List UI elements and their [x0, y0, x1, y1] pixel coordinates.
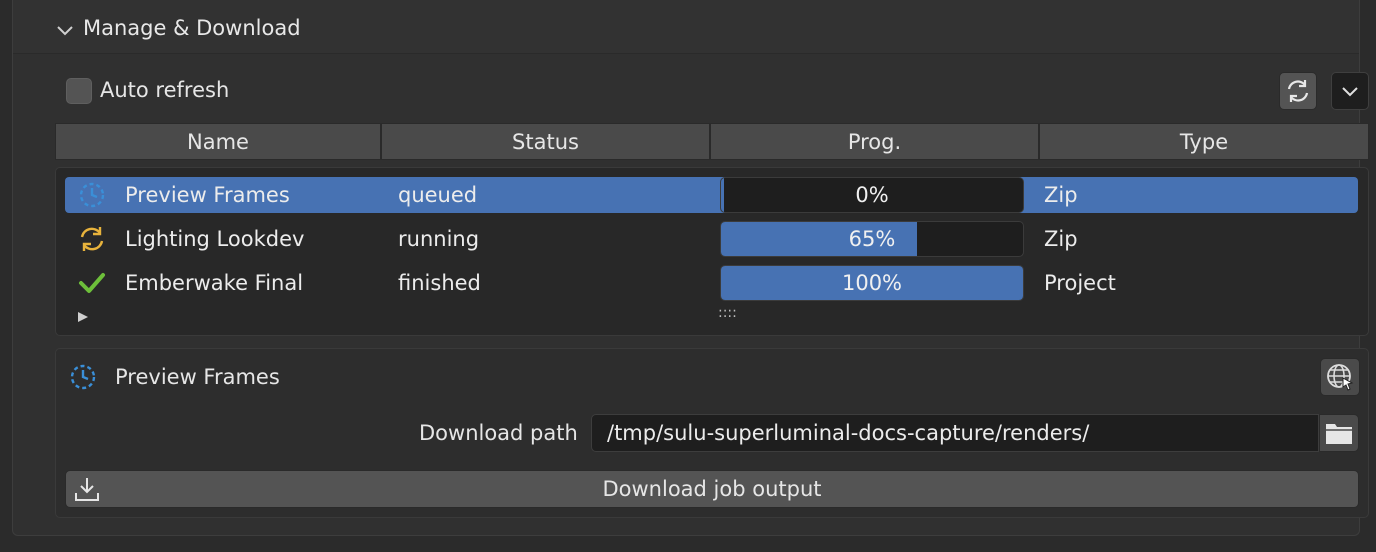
open-in-browser-button[interactable]: [1320, 358, 1360, 396]
refresh-icon: [80, 227, 104, 251]
progress-bar: 100%: [720, 265, 1024, 301]
job-status: finished: [398, 271, 481, 295]
clock-icon: [79, 182, 105, 208]
expand-filter-icon[interactable]: [76, 310, 90, 324]
job-status: queued: [398, 183, 478, 207]
job-name: Emberwake Final: [125, 271, 304, 295]
resize-grip[interactable]: ::::: [718, 305, 737, 321]
auto-refresh-checkbox[interactable]: [66, 78, 92, 104]
download-path-input[interactable]: /tmp/sulu-superluminal-docs-capture/rend…: [591, 414, 1319, 452]
browse-folder-button[interactable]: [1319, 414, 1359, 452]
chevron-down-icon: [1342, 87, 1358, 97]
detail-title: Preview Frames: [115, 365, 280, 389]
globe-icon: [1327, 364, 1354, 391]
download-icon: [75, 478, 99, 501]
refresh-icon: [1287, 80, 1309, 102]
progress-label: 100%: [841, 271, 903, 295]
column-header-type[interactable]: Type: [1039, 123, 1369, 160]
download-job-output-button[interactable]: Download job output: [65, 470, 1359, 508]
progress-label: 65%: [848, 227, 896, 251]
column-header-progress[interactable]: Prog.: [710, 123, 1039, 160]
refresh-button[interactable]: [1279, 72, 1317, 110]
job-type: Project: [1044, 271, 1116, 295]
download-button-label: Download job output: [602, 477, 822, 501]
folder-icon: [1326, 424, 1352, 444]
download-path-value: /tmp/sulu-superluminal-docs-capture/rend…: [607, 421, 1090, 445]
auto-refresh-label[interactable]: Auto refresh: [100, 78, 229, 102]
job-status: running: [398, 227, 480, 251]
clock-icon: [70, 364, 96, 390]
job-name: Lighting Lookdev: [125, 227, 305, 251]
job-name: Preview Frames: [125, 183, 290, 207]
job-type: Zip: [1044, 227, 1078, 251]
panel-title[interactable]: Manage & Download: [83, 16, 301, 40]
progress-bar: 65%: [720, 221, 1024, 257]
checkmark-icon: [79, 273, 105, 293]
column-header-status[interactable]: Status: [381, 123, 710, 160]
progress-bar: 0%: [720, 177, 1024, 213]
job-type: Zip: [1044, 183, 1078, 207]
list-options-dropdown[interactable]: [1331, 72, 1369, 110]
progress-label: 0%: [855, 183, 889, 207]
column-header-name[interactable]: Name: [55, 123, 381, 160]
chevron-down-icon[interactable]: [55, 20, 75, 40]
download-path-label: Download path: [419, 421, 578, 445]
